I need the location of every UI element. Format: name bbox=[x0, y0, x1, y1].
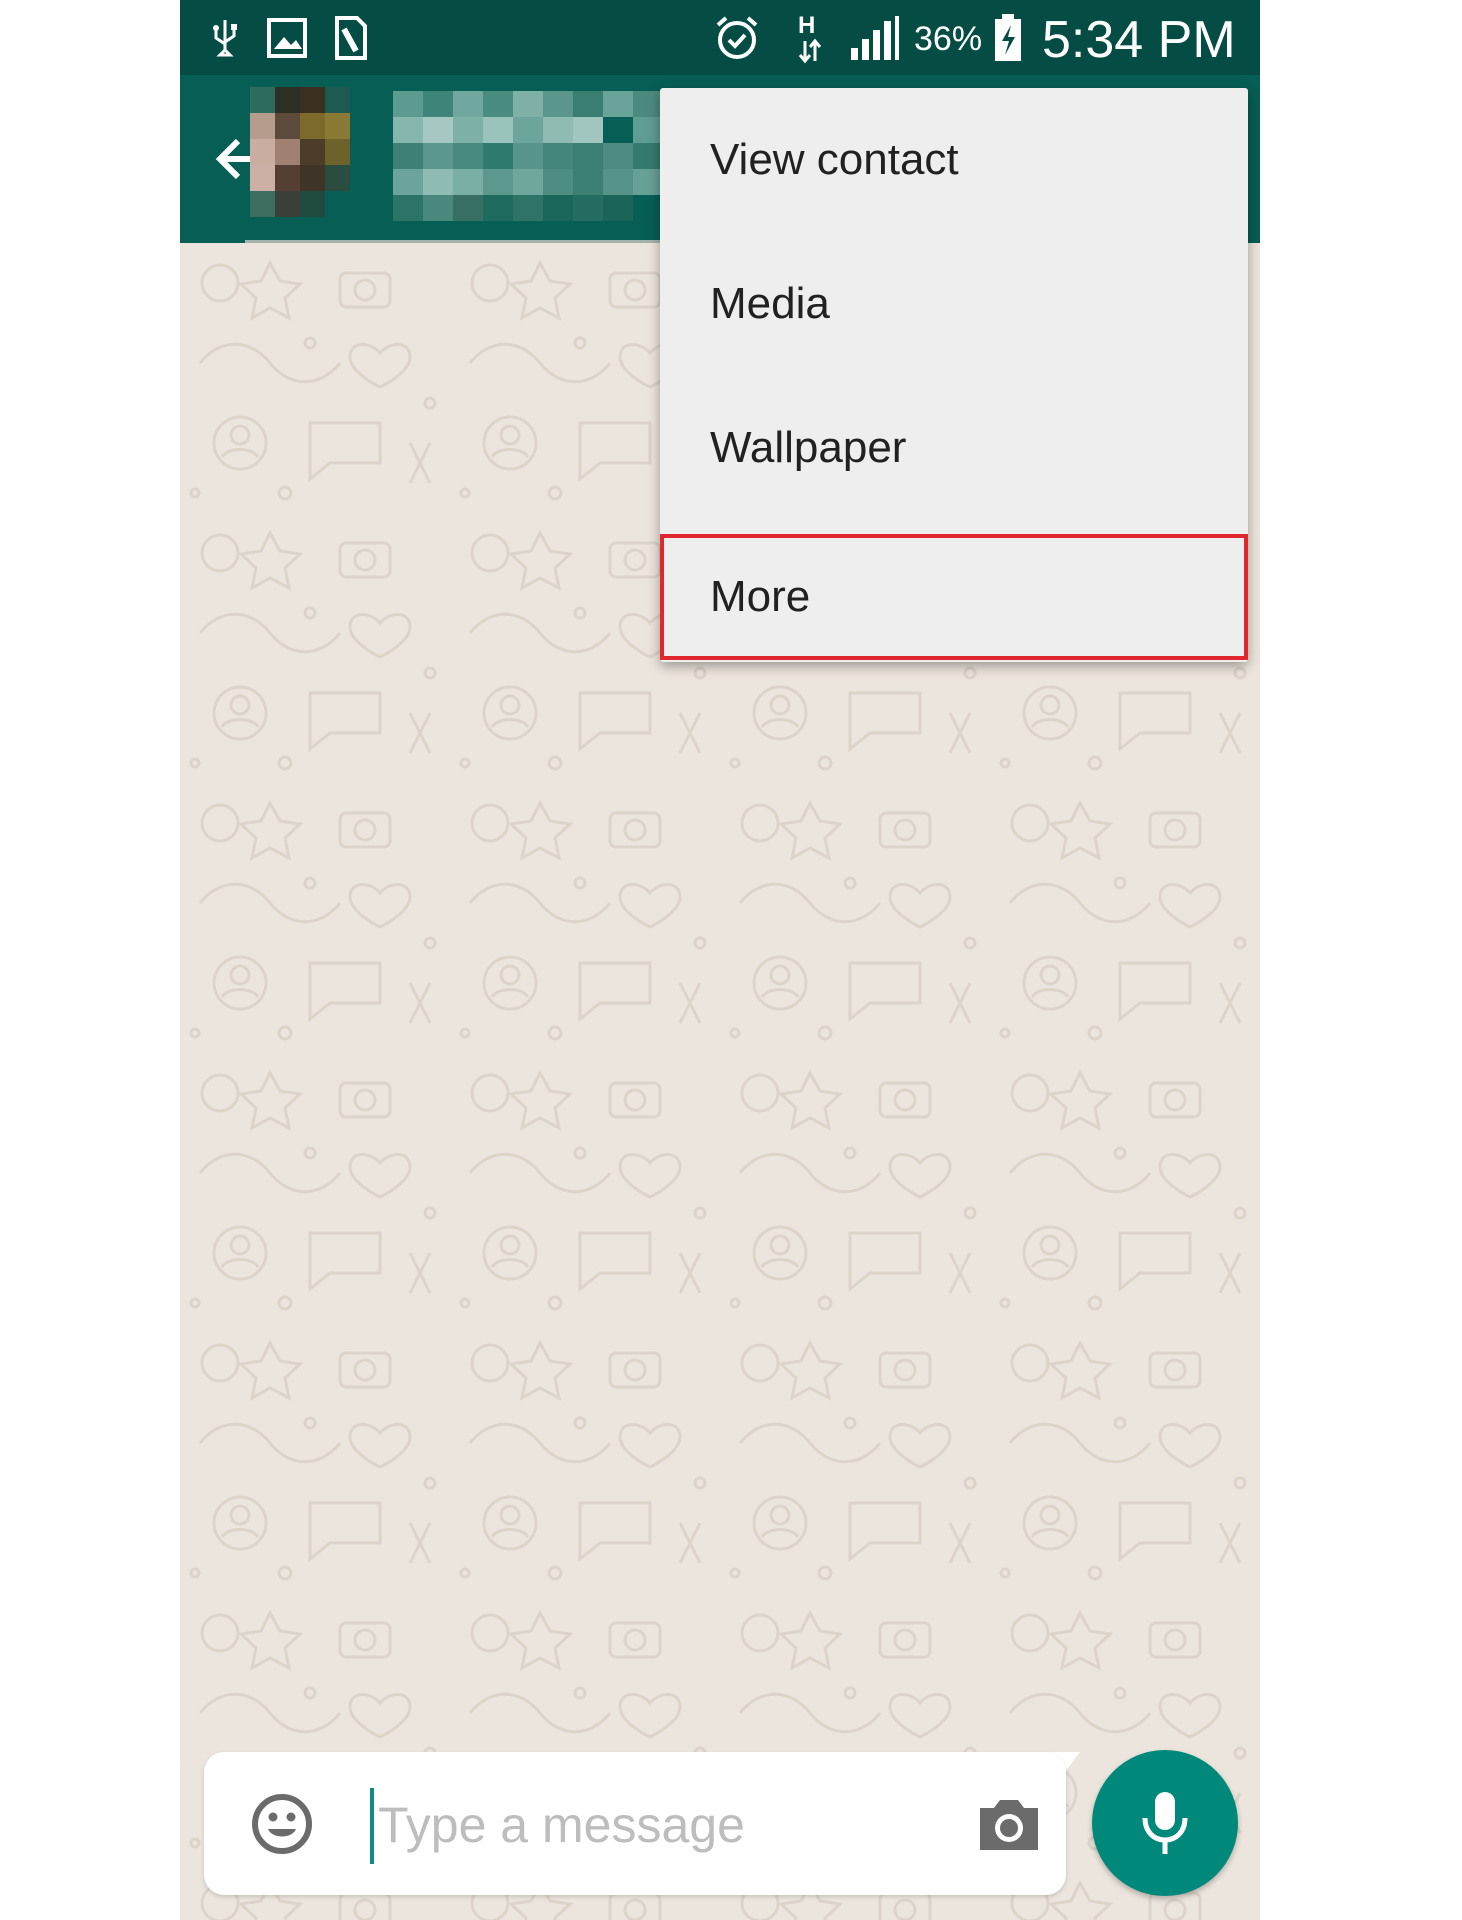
mic-button[interactable] bbox=[1092, 1750, 1238, 1896]
mic-icon bbox=[1142, 1792, 1188, 1854]
image-icon bbox=[262, 0, 312, 75]
status-bar: H 36% 5:34 PM bbox=[180, 0, 1260, 75]
emoji-icon bbox=[252, 1794, 312, 1854]
overflow-menu: View contact Media Wallpaper More bbox=[660, 88, 1248, 662]
data-arrows-icon: H bbox=[790, 0, 830, 75]
menu-item-view-contact[interactable]: View contact bbox=[660, 88, 1248, 232]
contact-avatar[interactable] bbox=[250, 87, 350, 217]
svg-text:H: H bbox=[798, 12, 815, 39]
signal-icon bbox=[845, 0, 905, 75]
status-time: 5:34 PM bbox=[1042, 11, 1236, 69]
camera-icon bbox=[980, 1800, 1038, 1850]
alarm-icon bbox=[710, 0, 764, 75]
message-composer bbox=[204, 1752, 1066, 1895]
message-input[interactable] bbox=[372, 1780, 938, 1870]
menu-item-wallpaper[interactable]: Wallpaper bbox=[660, 376, 1248, 520]
battery-percent: 36% bbox=[914, 20, 983, 58]
phone-screen: H 36% 5:34 PM View contact Media Wallpap… bbox=[180, 0, 1260, 1920]
camera-button[interactable] bbox=[974, 1790, 1044, 1860]
contact-name[interactable] bbox=[393, 91, 663, 221]
battery-charging-icon bbox=[986, 0, 1030, 75]
menu-item-media[interactable]: Media bbox=[660, 232, 1248, 376]
sim-icon bbox=[326, 0, 376, 75]
emoji-button[interactable] bbox=[244, 1786, 320, 1862]
menu-item-more[interactable]: More bbox=[660, 534, 1248, 660]
usb-icon bbox=[200, 0, 250, 75]
